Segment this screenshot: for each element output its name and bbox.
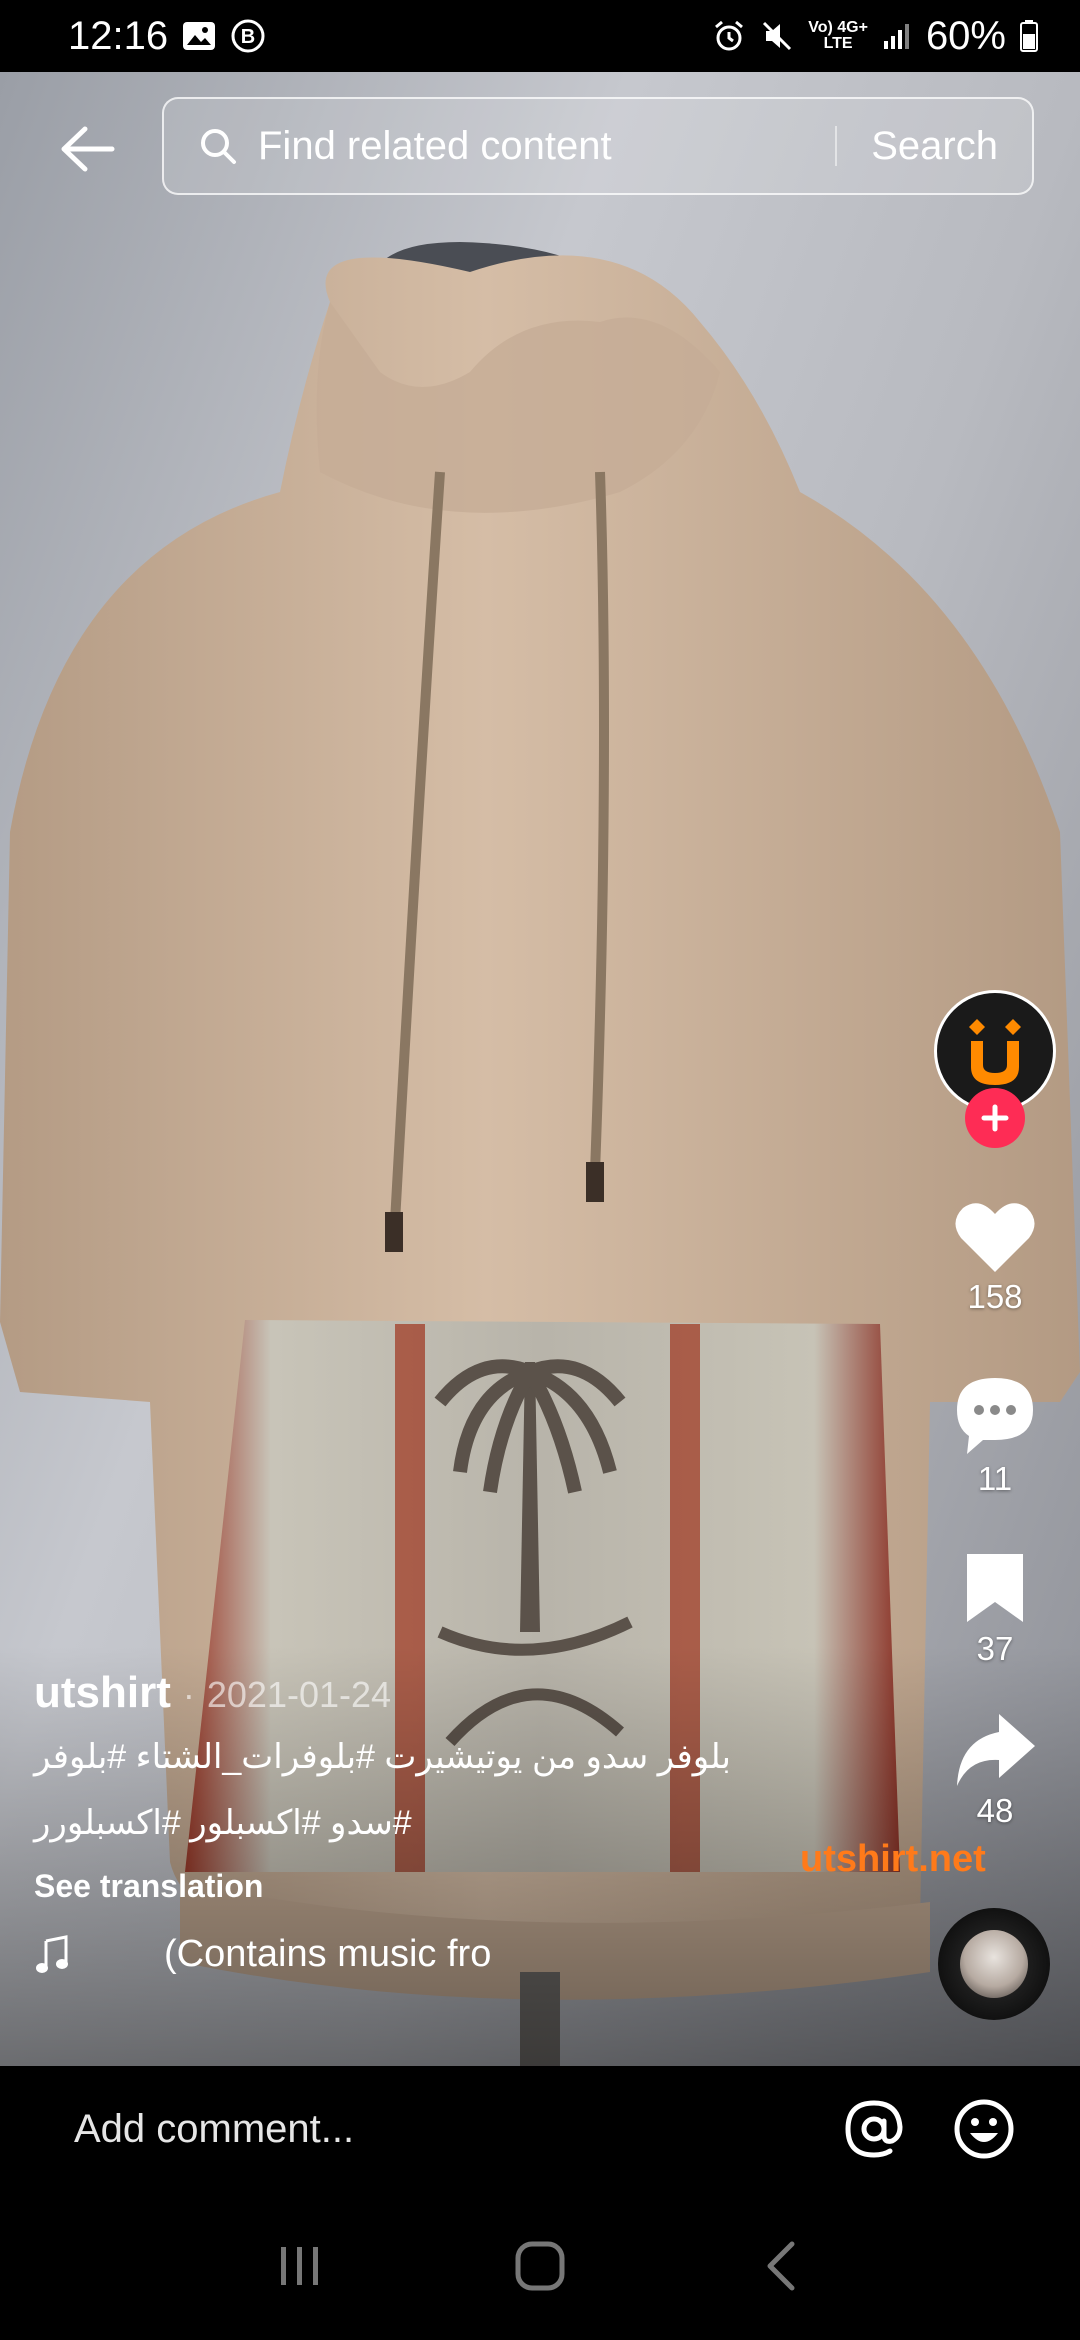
follow-button[interactable] bbox=[965, 1088, 1025, 1148]
see-translation-link[interactable]: See translation bbox=[34, 1868, 894, 1905]
b-badge-icon: B bbox=[230, 18, 266, 54]
recent-apps-icon bbox=[281, 2247, 318, 2285]
save-count: 37 bbox=[976, 1630, 1014, 1667]
home-icon bbox=[515, 2241, 565, 2291]
share-count: 48 bbox=[976, 1792, 1014, 1829]
video-caption: utshirt · 2021-01-24 بلوفر سدو من يوتيشي… bbox=[34, 1668, 894, 1976]
music-note-icon bbox=[36, 1934, 68, 1973]
back-nav-button[interactable] bbox=[735, 2221, 825, 2311]
search-input[interactable]: Find related content bbox=[258, 124, 835, 169]
network-top-label: Vo) 4G+ bbox=[808, 19, 868, 36]
description-line-2: #سدو #اكسبلور #اكسبلورر bbox=[34, 1804, 412, 1842]
alarm-icon bbox=[712, 19, 746, 53]
network-type: Vo) 4G+ LTE bbox=[808, 20, 868, 52]
post-date: 2021-01-24 bbox=[206, 1674, 392, 1715]
music-cover-avatar bbox=[960, 1930, 1028, 1998]
comment-bar: Add comment... bbox=[0, 2066, 1080, 2192]
battery-percent: 60% bbox=[925, 13, 1006, 58]
comment-count: 11 bbox=[977, 1460, 1013, 1497]
status-bar: 12:16 B Vo) 4G+ LTE 60% bbox=[0, 0, 1080, 72]
home-button[interactable] bbox=[495, 2221, 585, 2311]
bookmark-icon bbox=[967, 1554, 1023, 1622]
share-arrow-icon bbox=[957, 1714, 1035, 1786]
battery-icon bbox=[1020, 20, 1038, 52]
mute-icon bbox=[760, 19, 794, 53]
recent-apps-button[interactable] bbox=[255, 2221, 345, 2311]
user-line: utshirt · 2021-01-24 bbox=[34, 1668, 894, 1718]
search-button[interactable]: Search bbox=[837, 124, 1032, 169]
music-disc[interactable] bbox=[938, 1908, 1050, 2020]
status-time: 12:16 bbox=[68, 13, 169, 58]
search-icon bbox=[198, 125, 240, 167]
back-button[interactable] bbox=[52, 114, 122, 184]
signal-icon bbox=[882, 21, 912, 51]
smiley-icon bbox=[954, 2099, 1014, 2159]
comment-bubble-icon bbox=[957, 1378, 1033, 1454]
save-button[interactable]: 37 bbox=[930, 1550, 1060, 1668]
emoji-button[interactable] bbox=[952, 2097, 1016, 2161]
brand-logo-icon bbox=[969, 1019, 1021, 1085]
system-nav-bar bbox=[0, 2192, 1080, 2340]
back-arrow-icon bbox=[61, 126, 115, 172]
at-sign-icon bbox=[845, 2100, 903, 2158]
plus-icon bbox=[981, 1104, 1009, 1132]
add-comment-input[interactable]: Add comment... bbox=[74, 2107, 796, 2152]
gallery-icon bbox=[182, 21, 216, 51]
network-bottom-label: LTE bbox=[823, 35, 853, 52]
screen: 12:16 B Vo) 4G+ LTE 60% Find related con… bbox=[0, 0, 1080, 2340]
music-title: (Contains music fro bbox=[164, 1933, 492, 1975]
search-bar[interactable]: Find related content Search bbox=[162, 97, 1034, 195]
status-right: Vo) 4G+ LTE 60% bbox=[712, 14, 1038, 59]
username[interactable]: utshirt bbox=[34, 1668, 171, 1718]
status-left: 12:16 B bbox=[68, 14, 266, 59]
music-row[interactable]: (Contains music fro bbox=[34, 1933, 894, 1976]
mention-button[interactable] bbox=[842, 2097, 906, 2161]
share-button[interactable]: 48 bbox=[930, 1710, 1060, 1830]
like-button[interactable]: 158 bbox=[930, 1200, 1060, 1316]
svg-text:B: B bbox=[241, 26, 255, 48]
like-count: 158 bbox=[967, 1278, 1023, 1315]
back-chevron-icon bbox=[767, 2241, 795, 2291]
description-line-1: بلوفر سدو من يوتيشيرت #بلوفرات_الشتاء #ب… bbox=[34, 1738, 731, 1776]
date-separator: · bbox=[182, 1674, 195, 1715]
heart-icon bbox=[955, 1203, 1035, 1272]
comment-button[interactable]: 11 bbox=[930, 1374, 1060, 1498]
